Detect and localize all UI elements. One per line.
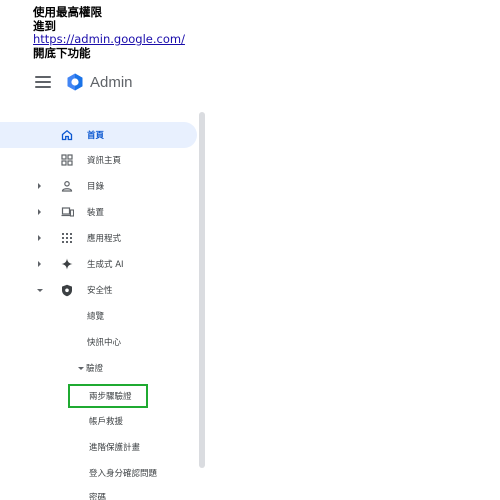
sidebar-item-label: 首頁	[87, 131, 105, 141]
devices-icon	[60, 205, 74, 219]
sidebar-item-dashboard[interactable]: 資訊主頁	[0, 147, 197, 173]
shield-icon	[60, 283, 74, 297]
sidebar-item-advanced-protection[interactable]: 進階保護計畫	[0, 434, 197, 460]
sidebar-scrollbar[interactable]	[199, 112, 205, 468]
apps-grid-icon	[60, 231, 74, 245]
sidebar-item-label: 應用程式	[87, 234, 122, 244]
sidebar-item-label: 進階保護計畫	[89, 443, 141, 453]
sidebar-item-label: 總覽	[87, 312, 105, 322]
sidebar-item-alert-center[interactable]: 快訊中心	[0, 329, 197, 355]
chevron-right-icon[interactable]	[38, 209, 41, 215]
sidebar-item-generative-ai[interactable]: 生成式 AI	[0, 251, 197, 277]
chevron-right-icon[interactable]	[38, 261, 41, 267]
sidebar-item-apps[interactable]: 應用程式	[0, 225, 197, 251]
sidebar-item-label: 安全性	[87, 286, 113, 296]
chevron-right-icon[interactable]	[38, 183, 41, 189]
sidebar-item-security[interactable]: 安全性	[0, 277, 197, 303]
chevron-down-icon[interactable]	[78, 367, 84, 370]
sidebar-item-devices[interactable]: 裝置	[0, 199, 197, 225]
sidebar-item-authentication[interactable]: 驗證	[0, 355, 197, 381]
sparkle-icon	[60, 257, 74, 271]
sidebar-nav: 首頁 資訊主頁 目錄 裝置 應用程式 生成式 AI 安全性 總覽 快訊中心 驗證…	[0, 0, 205, 500]
sidebar-item-label: 密碼	[89, 493, 107, 500]
sidebar-item-label: 帳戶救援	[89, 417, 124, 427]
sidebar-item-label: 生成式 AI	[87, 260, 124, 270]
dashboard-icon	[60, 153, 74, 167]
sidebar-item-label: 目錄	[87, 182, 105, 192]
chevron-down-icon[interactable]	[37, 289, 43, 292]
sidebar-item-login-challenge[interactable]: 登入身分確認問題	[0, 460, 197, 486]
sidebar-item-directory[interactable]: 目錄	[0, 173, 197, 199]
sidebar-item-overview[interactable]: 總覽	[0, 303, 197, 329]
sidebar-item-label: 快訊中心	[87, 338, 122, 348]
sidebar-item-label: 驗證	[86, 364, 104, 374]
sidebar-item-label: 裝置	[87, 208, 105, 218]
sidebar-item-passwords[interactable]: 密碼	[0, 484, 197, 500]
home-icon	[60, 128, 74, 142]
sidebar-item-account-recovery[interactable]: 帳戶救援	[0, 408, 197, 434]
chevron-right-icon[interactable]	[38, 235, 41, 241]
sidebar-item-label: 資訊主頁	[87, 156, 122, 166]
sidebar-item-home[interactable]: 首頁	[0, 122, 197, 148]
highlight-box	[68, 384, 148, 408]
sidebar-item-label: 登入身分確認問題	[89, 469, 158, 479]
person-icon	[60, 179, 74, 193]
